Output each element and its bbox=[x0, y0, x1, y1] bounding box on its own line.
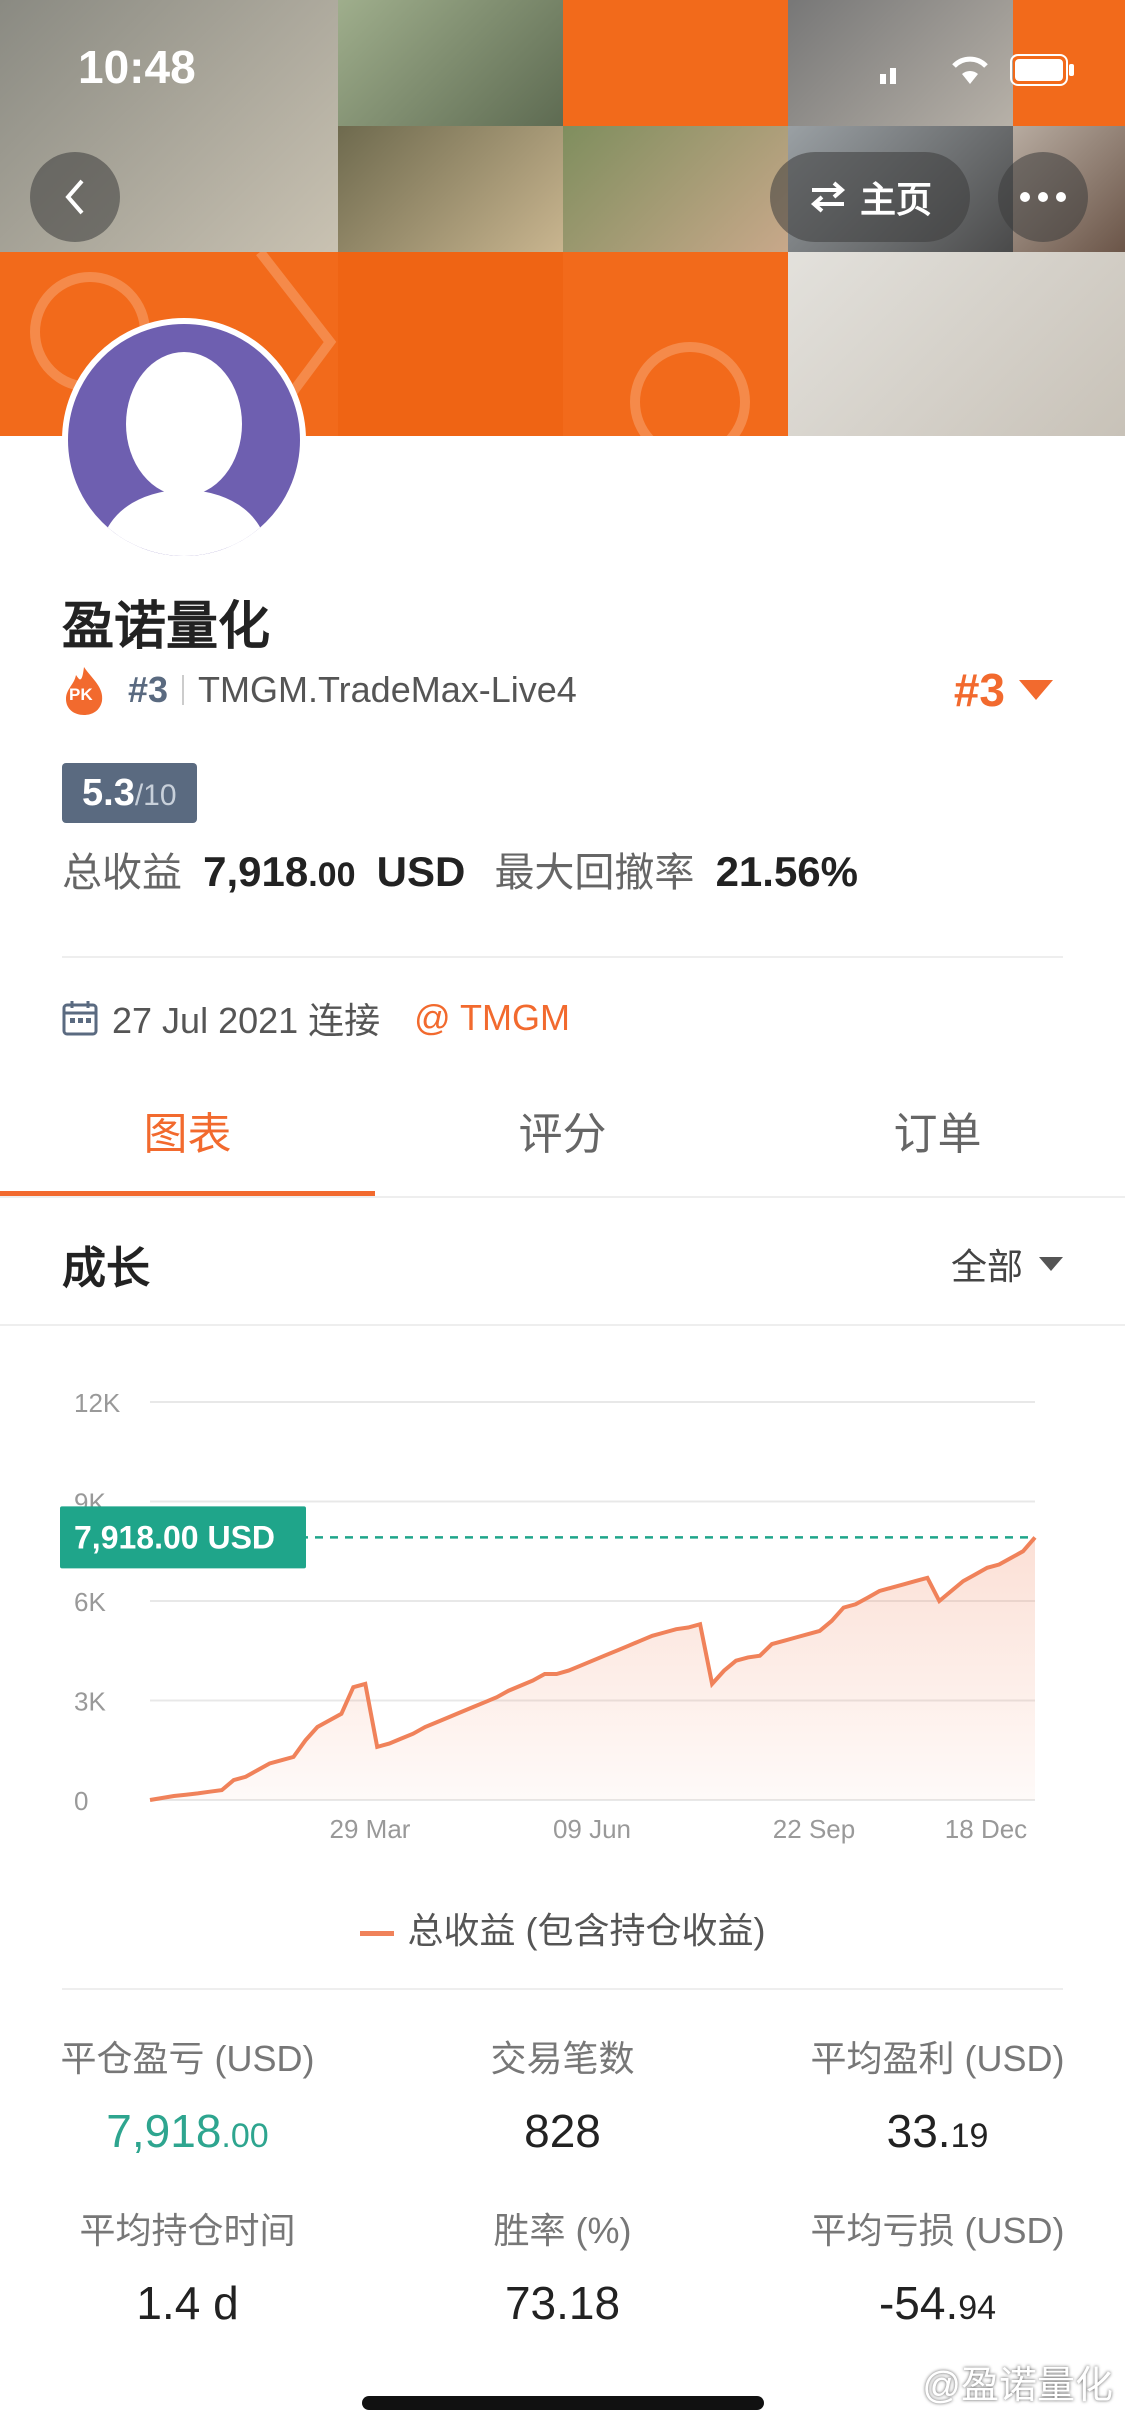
swap-icon bbox=[810, 181, 846, 213]
divider bbox=[0, 1196, 1125, 1198]
growth-chart: 0 3K 6K 9K 12K 29 Mar 09 Jun 22 Sep 18 Dec 7,91… bbox=[0, 1340, 1125, 1860]
signal-icon bbox=[878, 60, 908, 89]
battery-icon bbox=[1010, 54, 1076, 91]
legend-swatch bbox=[359, 1930, 394, 1936]
total-profit-decimal: .00 bbox=[308, 856, 356, 894]
stat-value: 7,918.00 bbox=[106, 2105, 269, 2157]
home-button[interactable]: 主页 bbox=[770, 152, 970, 242]
chevron-left-icon bbox=[65, 179, 84, 215]
y-tick-label: 12K bbox=[74, 1388, 121, 1418]
watermark: @盈诺量化 bbox=[922, 2365, 1113, 2407]
range-filter-label: 全部 bbox=[950, 1246, 1023, 1287]
stat-value: 828 bbox=[524, 2105, 601, 2157]
x-tick-label: 22 Sep bbox=[773, 1814, 855, 1844]
stat-value: 1.4 d bbox=[136, 2277, 239, 2329]
rank-value: #3 bbox=[953, 664, 1005, 716]
user-silhouette-icon bbox=[98, 352, 270, 556]
tab-rating[interactable]: 评分 bbox=[375, 1085, 750, 1185]
max-drawdown-value: 21.56% bbox=[715, 848, 859, 895]
banner-pattern-tile bbox=[563, 0, 788, 126]
profit-summary: 总收益 7,918.00 USD 最大回撤率 21.56% bbox=[62, 840, 858, 898]
calendar-icon bbox=[62, 1001, 98, 1036]
x-tick-label: 09 Jun bbox=[553, 1814, 631, 1844]
home-button-label: 主页 bbox=[859, 179, 932, 220]
current-value-label: 7,918.00 USD bbox=[74, 1519, 275, 1555]
stat-win-rate: 胜率 (%) 73.18 bbox=[375, 2202, 750, 2330]
y-tick-label: 0 bbox=[74, 1786, 88, 1816]
section-title: 成长 bbox=[62, 1244, 150, 1293]
back-button[interactable] bbox=[30, 152, 120, 242]
stat-avg-profit: 平均盈利 (USD) 33.19 bbox=[750, 2030, 1125, 2158]
stat-label: 平均盈利 (USD) bbox=[810, 2038, 1065, 2079]
stat-value: -54.94 bbox=[878, 2277, 997, 2329]
broker-link[interactable]: @ TMGM bbox=[414, 997, 570, 1039]
avatar bbox=[62, 318, 306, 562]
separator bbox=[182, 675, 185, 705]
range-filter[interactable]: 全部 bbox=[951, 1238, 1063, 1290]
caret-down-icon bbox=[1039, 1257, 1063, 1271]
status-time: 10:48 bbox=[78, 41, 196, 93]
more-button[interactable] bbox=[998, 152, 1088, 242]
connect-date: 27 Jul 2021 连接 bbox=[112, 1000, 381, 1041]
stat-value: 73.18 bbox=[504, 2277, 621, 2329]
legend-label: 总收益 (包含持仓收益) bbox=[407, 1910, 766, 1951]
y-tick-label: 3K bbox=[74, 1687, 106, 1717]
banner-photo bbox=[788, 252, 1125, 436]
tab-chart[interactable]: 图表 bbox=[0, 1085, 375, 1185]
chart-legend: 总收益 (包含持仓收益) bbox=[0, 1902, 1125, 1954]
stats-grid: 平仓盈亏 (USD) 7,918.00 交易笔数 828 平均盈利 (USD) 33.19… bbox=[0, 2030, 1125, 2350]
banner-photo bbox=[338, 0, 563, 126]
banner-photo bbox=[338, 126, 563, 252]
stat-label: 平均亏损 (USD) bbox=[810, 2210, 1065, 2251]
x-tick-label: 18 Dec bbox=[945, 1814, 1027, 1844]
total-profit-unit: USD bbox=[376, 848, 466, 895]
stat-label: 平仓盈亏 (USD) bbox=[60, 2038, 315, 2079]
total-profit-label: 总收益 bbox=[62, 851, 182, 895]
more-icon bbox=[1020, 192, 1066, 202]
stat-value: 33.19 bbox=[886, 2105, 989, 2157]
score-badge: 5.3 /10 bbox=[62, 763, 197, 823]
divider bbox=[0, 1324, 1125, 1326]
banner-photo bbox=[563, 126, 788, 252]
rank-label: #3 bbox=[128, 669, 169, 710]
caret-down-icon bbox=[1019, 680, 1053, 700]
stat-label: 交易笔数 bbox=[490, 2038, 635, 2079]
score-value: 5.3 bbox=[82, 772, 135, 814]
wifi-icon bbox=[948, 52, 992, 91]
y-tick-label: 6K bbox=[74, 1587, 106, 1617]
tab-orders[interactable]: 订单 bbox=[750, 1085, 1125, 1185]
banner-pattern-tile bbox=[338, 252, 563, 436]
stat-avg-hold-time: 平均持仓时间 1.4 d bbox=[0, 2202, 375, 2330]
divider bbox=[62, 956, 1063, 958]
stat-label: 胜率 (%) bbox=[493, 2210, 632, 2251]
x-tick-label: 29 Mar bbox=[330, 1814, 411, 1844]
pk-flame-icon: PK bbox=[62, 665, 106, 715]
stat-avg-loss: 平均亏损 (USD) -54.94 bbox=[750, 2202, 1125, 2330]
profile-meta: PK #3 TMGM.TradeMax-Live4 bbox=[62, 664, 577, 716]
rank-dropdown[interactable]: #3 bbox=[954, 664, 1053, 716]
max-drawdown-label: 最大回撤率 bbox=[494, 851, 695, 895]
stat-trade-count: 交易笔数 828 bbox=[375, 2030, 750, 2158]
growth-chart-svg: 03K6K9K12K 29 Mar 09 Jun 22 Sep 18 Dec 7,91… bbox=[60, 1388, 1037, 1844]
score-max: /10 bbox=[134, 779, 177, 812]
connect-info: 27 Jul 2021 连接 @ TMGM bbox=[62, 992, 570, 1044]
divider bbox=[62, 1988, 1063, 1990]
total-profit-value: 7,918 bbox=[203, 848, 309, 895]
stat-closed-pnl: 平仓盈亏 (USD) 7,918.00 bbox=[0, 2030, 375, 2158]
account-server: TMGM.TradeMax-Live4 bbox=[198, 669, 577, 710]
profile-name: 盈诺量化 bbox=[62, 598, 271, 656]
stat-label: 平均持仓时间 bbox=[79, 2210, 296, 2251]
tab-bar: 图表 评分 订单 bbox=[0, 1085, 1125, 1197]
home-indicator[interactable] bbox=[362, 2396, 764, 2410]
